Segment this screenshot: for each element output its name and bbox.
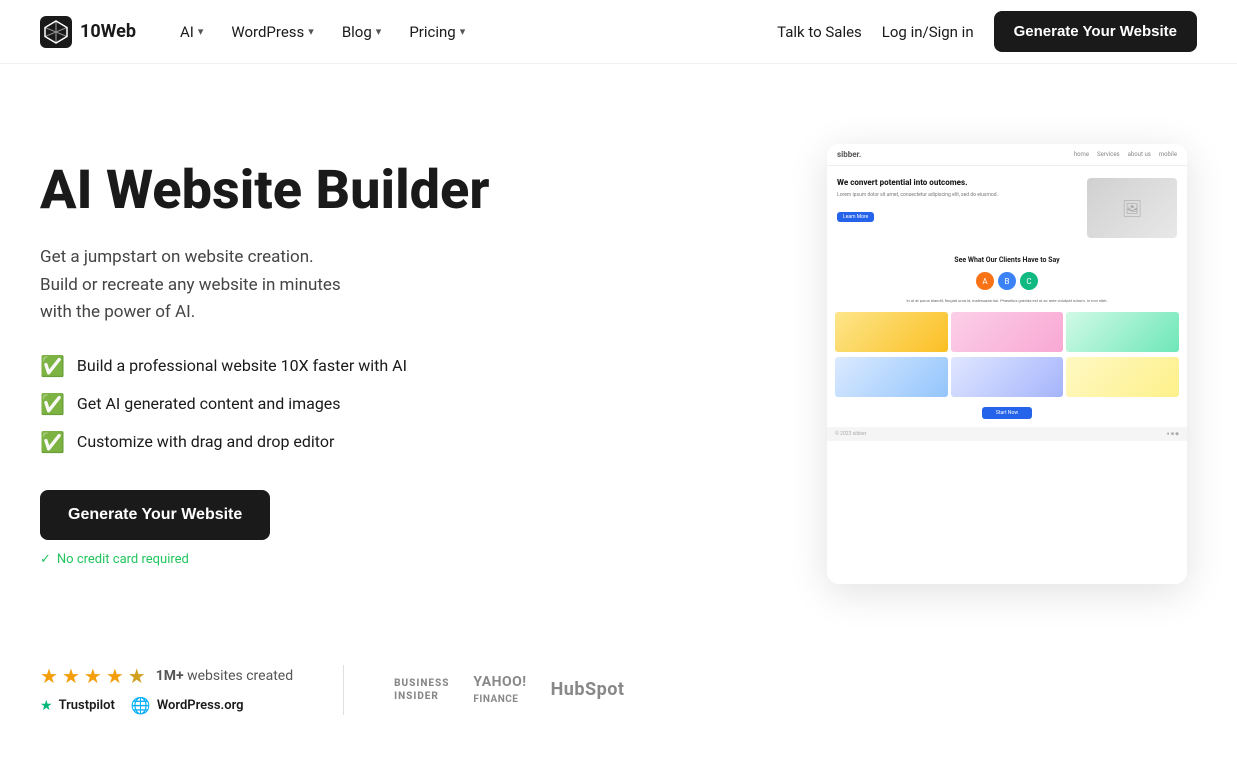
mock-paragraph: Lorem ipsum dolor sit amet, consectetur …	[837, 192, 1079, 199]
mock-image-grid2	[827, 357, 1187, 397]
ratings: ★ ★ ★ ★ ★ 1M+ websites created ★ Trustpi…	[40, 664, 293, 715]
yahoo-finance-logo: YAHOO!FINANCE	[473, 674, 526, 706]
mock-testimonial: In ut at purus blandit, feugiat urna id,…	[827, 298, 1187, 304]
check-icon: ✅	[40, 354, 65, 378]
mock-avatar: A	[976, 272, 994, 290]
trust-badges: ★ Trustpilot 🌐 WordPress.org	[40, 696, 293, 715]
social-proof-section: ★ ★ ★ ★ ★ 1M+ websites created ★ Trustpi…	[0, 644, 1237, 755]
mock-grid-item	[951, 357, 1064, 397]
wordpress-icon: 🌐	[131, 696, 151, 715]
preview-inner: sibber. home Services about us mobile We…	[827, 144, 1187, 584]
chevron-down-icon: ▾	[198, 25, 204, 38]
mock-hero-content: We convert potential into outcomes. Lore…	[837, 178, 1177, 238]
trustpilot-label: Trustpilot	[59, 698, 115, 713]
star-half-icon: ★	[128, 664, 146, 688]
mock-grid-item	[835, 312, 948, 352]
hero-features-list: ✅ Build a professional website 10X faste…	[40, 354, 560, 454]
hubspot-logo: HubSpot	[551, 679, 625, 700]
mock-cta-button: Learn More	[837, 212, 874, 222]
check-icon: ✓	[40, 552, 51, 567]
no-credit-card-notice: ✓ No credit card required	[40, 552, 560, 567]
mock-avatar: B	[998, 272, 1016, 290]
image-icon: 🖼	[1122, 199, 1142, 218]
nav-link-pricing[interactable]: Pricing ▾	[397, 15, 477, 49]
mock-hero-section: We convert potential into outcomes. Lore…	[827, 168, 1187, 248]
nav-right: Talk to Sales Log in/Sign in Generate Yo…	[777, 11, 1197, 52]
hero-content: AI Website Builder Get a jumpstart on we…	[40, 161, 560, 567]
nav-link-blog[interactable]: Blog ▾	[330, 15, 394, 49]
logo-icon	[40, 16, 72, 48]
mock-avatars: A B C	[827, 272, 1187, 290]
mock-section-title: See What Our Clients Have to Say	[827, 256, 1187, 264]
mock-grid-item	[951, 312, 1064, 352]
star-icon: ★	[84, 664, 102, 688]
website-preview: sibber. home Services about us mobile We…	[827, 144, 1187, 584]
mock-heading: We convert potential into outcomes.	[837, 178, 1079, 188]
feature-item: ✅ Customize with drag and drop editor	[40, 430, 560, 454]
check-icon: ✅	[40, 430, 65, 454]
mock-nav: sibber. home Services about us mobile	[827, 144, 1187, 166]
nav-generate-button[interactable]: Generate Your Website	[994, 11, 1197, 52]
logo-link[interactable]: 10Web	[40, 16, 136, 48]
divider	[343, 665, 344, 715]
wordpress-badge: 🌐 WordPress.org	[131, 696, 244, 715]
feature-item: ✅ Build a professional website 10X faste…	[40, 354, 560, 378]
mock-avatar: C	[1020, 272, 1038, 290]
star-icon: ★	[62, 664, 80, 688]
feature-item: ✅ Get AI generated content and images	[40, 392, 560, 416]
hero-generate-button[interactable]: Generate Your Website	[40, 490, 270, 540]
wordpress-label: WordPress.org	[157, 698, 244, 713]
nav-link-wordpress[interactable]: WordPress ▾	[219, 15, 325, 49]
chevron-down-icon: ▾	[376, 25, 382, 38]
login-link[interactable]: Log in/Sign in	[882, 23, 974, 41]
mock-grid-item	[835, 357, 948, 397]
mock-footer: © 2023 sibber ● ■ ◆	[827, 427, 1187, 441]
mock-start-button: Start Now	[982, 407, 1032, 419]
mock-nav-links: home Services about us mobile	[1074, 151, 1177, 158]
mock-hero-image: 🖼	[1087, 178, 1177, 238]
mock-grid-item	[1066, 357, 1179, 397]
chevron-down-icon: ▾	[308, 25, 314, 38]
star-icon: ★	[40, 664, 58, 688]
brand-logos: BUSINESSINSIDER YAHOO!FINANCE HubSpot	[394, 674, 624, 706]
nav-link-ai[interactable]: AI ▾	[168, 15, 215, 49]
nav-links: AI ▾ WordPress ▾ Blog ▾ Pricing ▾	[168, 15, 477, 49]
hero-title: AI Website Builder	[40, 161, 560, 220]
nav-left: 10Web AI ▾ WordPress ▾ Blog ▾ Pricing ▾	[40, 15, 477, 49]
star-icon: ★	[106, 664, 124, 688]
logo-text: 10Web	[80, 21, 136, 42]
website-count: 1M+ websites created	[156, 668, 293, 684]
business-insider-logo: BUSINESSINSIDER	[394, 677, 449, 703]
hero-subtitle: Get a jumpstart on website creation. Bui…	[40, 244, 560, 326]
hero-preview: sibber. home Services about us mobile We…	[817, 144, 1197, 584]
mock-image-placeholder: 🖼	[1087, 178, 1177, 238]
mock-grid-item	[1066, 312, 1179, 352]
mock-logo: sibber.	[837, 150, 861, 159]
mock-hero-text: We convert potential into outcomes. Lore…	[837, 178, 1079, 222]
chevron-down-icon: ▾	[460, 25, 466, 38]
navigation: 10Web AI ▾ WordPress ▾ Blog ▾ Pricing ▾ …	[0, 0, 1237, 64]
trustpilot-badge: ★ Trustpilot	[40, 698, 115, 714]
check-icon: ✅	[40, 392, 65, 416]
trustpilot-icon: ★	[40, 698, 53, 714]
star-rating: ★ ★ ★ ★ ★ 1M+ websites created	[40, 664, 293, 688]
talk-to-sales-link[interactable]: Talk to Sales	[777, 23, 862, 41]
hero-section: AI Website Builder Get a jumpstart on we…	[0, 64, 1237, 644]
mock-image-grid	[827, 312, 1187, 352]
